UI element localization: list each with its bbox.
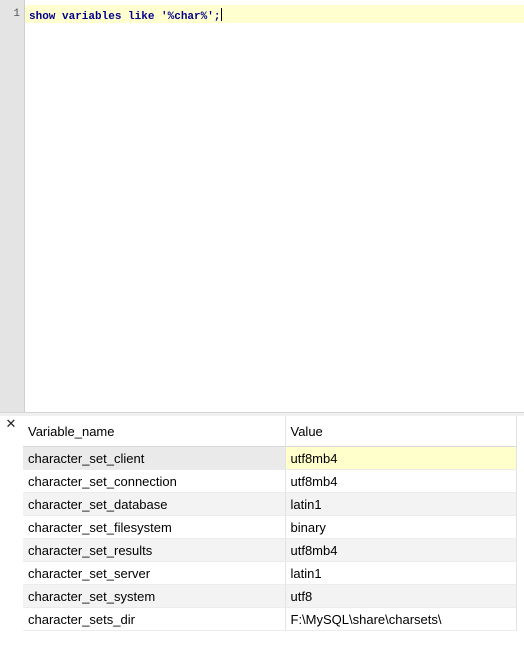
sql-query-text[interactable]: show variables like '%char%'; xyxy=(29,8,223,23)
value-cell[interactable]: utf8mb4 xyxy=(285,469,517,493)
variable-name-cell[interactable]: character_set_database xyxy=(23,492,286,516)
table-row[interactable]: character_set_client utf8mb4 xyxy=(23,446,517,470)
table-row[interactable]: character_set_filesystem binary xyxy=(23,515,517,539)
value-cell[interactable]: latin1 xyxy=(285,561,517,585)
variable-name-cell[interactable]: character_set_client xyxy=(23,446,286,470)
value-cell[interactable]: binary xyxy=(285,515,517,539)
value-cell[interactable]: utf8mb4 xyxy=(285,538,517,562)
column-header-variable-name[interactable]: Variable_name xyxy=(23,416,286,447)
variable-name-cell[interactable]: character_set_system xyxy=(23,584,286,608)
result-panel: ✕ Variable_name Value character_set_clie… xyxy=(0,416,524,658)
text-caret xyxy=(221,8,223,21)
grid-header-row: Variable_name Value xyxy=(23,416,517,447)
column-header-value[interactable]: Value xyxy=(285,416,517,447)
variable-name-cell[interactable]: character_sets_dir xyxy=(23,607,286,631)
value-cell[interactable]: latin1 xyxy=(285,492,517,516)
table-row[interactable]: character_sets_dir F:\MySQL\share\charse… xyxy=(23,607,517,631)
close-results-icon[interactable]: ✕ xyxy=(4,418,18,432)
variable-name-cell[interactable]: character_set_server xyxy=(23,561,286,585)
line-number-gutter: 1 xyxy=(0,0,25,412)
sql-editor[interactable]: 1 show variables like '%char%'; xyxy=(0,0,524,412)
value-cell[interactable]: utf8mb4 xyxy=(285,446,517,470)
table-row[interactable]: character_set_system utf8 xyxy=(23,584,517,608)
table-row[interactable]: character_set_connection utf8mb4 xyxy=(23,469,517,493)
table-row[interactable]: character_set_database latin1 xyxy=(23,492,517,516)
result-grid[interactable]: Variable_name Value character_set_client… xyxy=(23,416,517,631)
line-number: 1 xyxy=(13,8,20,20)
current-line-highlight[interactable]: show variables like '%char%'; xyxy=(25,5,524,23)
variable-name-cell[interactable]: character_set_filesystem xyxy=(23,515,286,539)
table-row[interactable]: character_set_server latin1 xyxy=(23,561,517,585)
value-cell[interactable]: utf8 xyxy=(285,584,517,608)
table-row[interactable]: character_set_results utf8mb4 xyxy=(23,538,517,562)
sql-query-content[interactable]: show variables like '%char%'; xyxy=(29,11,220,23)
variable-name-cell[interactable]: character_set_results xyxy=(23,538,286,562)
value-cell[interactable]: F:\MySQL\share\charsets\ xyxy=(285,607,517,631)
variable-name-cell[interactable]: character_set_connection xyxy=(23,469,286,493)
